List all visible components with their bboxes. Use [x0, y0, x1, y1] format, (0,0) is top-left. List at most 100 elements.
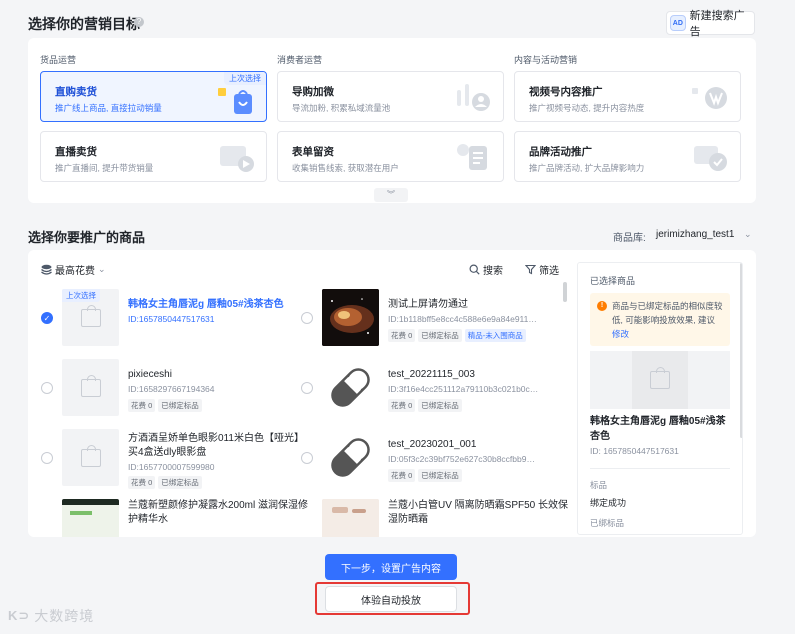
product-name: 韩格女主角唇泥g 唇釉05#浅茶杏色: [128, 299, 284, 310]
warning-icon: !: [597, 301, 607, 311]
search-label: 搜索: [483, 266, 503, 277]
cost-tag: 花费 0: [388, 399, 416, 412]
selected-product-id: ID: 1657850447517631: [590, 446, 679, 456]
ad-icon: AD: [670, 15, 686, 31]
category-label-goods: 货品运营: [40, 55, 77, 65]
category-label-content: 内容与活动营销: [514, 55, 578, 65]
product-list: ✓ 上次选择 韩格女主角唇泥g 唇釉05#浅茶杏色 ID:16578504475…: [28, 280, 568, 537]
product-radio[interactable]: [41, 382, 53, 394]
next-step-button[interactable]: 下一步，设置广告内容: [325, 554, 457, 580]
product-radio[interactable]: ✓: [41, 312, 53, 324]
product-item[interactable]: pixieceshi ID:1658297667194364 花费 0 已绑定标…: [41, 358, 301, 424]
product-item[interactable]: 测试上屏请勿通过 ID:1b118bff5e8cc4c588e6e9a84e91…: [301, 288, 561, 354]
product-photo: [322, 499, 379, 537]
product-item[interactable]: test_20221115_003 ID:3f16e4cc251112a7911…: [301, 358, 561, 424]
goal-title: 导购加微: [292, 86, 334, 98]
goal-card-brand-campaign[interactable]: 品牌活动推广 推广品牌活动, 扩大品牌影响力: [514, 131, 741, 182]
selected-product-name: 韩格女主角唇泥g 唇釉05#浅茶杏色: [590, 416, 726, 442]
product-thumbnail: [322, 289, 379, 346]
product-thumbnail: [62, 429, 119, 486]
product-thumbnail: [62, 359, 119, 416]
bound-tag: 已绑定标品: [418, 469, 462, 482]
product-tags: 花费 0 已绑定标品: [388, 469, 462, 482]
category-label-consumer: 消费者运营: [277, 55, 323, 65]
product-name: test_20230201_001: [388, 439, 477, 450]
product-id: ID:3f16e4cc251112a79110b3c021b0c…: [388, 384, 539, 394]
goal-card-add-wechat[interactable]: 导购加微 导流加粉, 积累私域流量池: [277, 71, 504, 122]
pill-icon: [331, 438, 370, 477]
help-icon[interactable]: ?: [134, 17, 144, 27]
selected-product-panel: 已选择商品 商品与已绑定标品的相似度较低, 可能影响投放效果, 建议 修改 ! …: [577, 262, 743, 535]
goal-card-lead-form[interactable]: 表单留资 收集销售线索, 获取潜在用户: [277, 131, 504, 182]
product-item[interactable]: 方酒酒呈娇单色眼影011米白色【哑光】买4盒送dly眼影盘 ID:1657700…: [41, 428, 304, 494]
product-library-label: 商品库:: [613, 233, 646, 244]
goal-card-direct-sales[interactable]: 直购卖货 推广线上商品, 直接拉动销量 上次选择: [40, 71, 267, 122]
product-tags: 花费 0 已绑定标品 精品-未入围商品: [388, 329, 526, 342]
goal-title: 品牌活动推广: [529, 146, 592, 158]
product-name: 兰蔻新塑颜修护凝露水200ml 滋润保湿修护精华水: [128, 500, 309, 525]
product-library-select[interactable]: jerimizhang_test1: [656, 229, 734, 240]
standard-product-label: 标品: [590, 480, 608, 490]
selected-panel-title: 已选择商品: [590, 276, 636, 286]
watermark-text: 大数跨境: [34, 608, 95, 624]
product-id: ID:1657850447517631: [128, 314, 215, 324]
selected-product-image: [590, 351, 730, 409]
nebula-image: [322, 289, 379, 346]
new-search-ad-button[interactable]: AD 新建搜索广告: [666, 10, 755, 38]
product-id: ID:05f3c2c39bf752e627c30b8ccfbb9…: [388, 454, 535, 464]
chevron-down-icon: ⌄: [98, 264, 106, 274]
form-icon: [457, 144, 487, 170]
product-radio[interactable]: [301, 452, 313, 464]
goal-card-channels-content[interactable]: 视频号内容推广 推广视频号动态, 提升内容热度: [514, 71, 741, 122]
product-id: ID:1658297667194364: [128, 384, 215, 394]
shopping-bag-icon: [650, 367, 670, 389]
bound-tag: 已绑定标品: [418, 329, 462, 342]
goal-card-live-sales[interactable]: 直播卖货 推广直播间, 提升带货销量: [40, 131, 267, 182]
goal-title: 表单留资: [292, 146, 334, 158]
cost-tag: 花费 0: [128, 399, 156, 412]
product-thumbnail: [62, 499, 119, 537]
video-channel-icon: [692, 87, 727, 109]
standard-product-value: 绑定成功: [590, 498, 627, 508]
product-radio[interactable]: [301, 382, 313, 394]
modify-link[interactable]: 修改: [612, 329, 629, 339]
bound-standard-label: 已绑标品: [590, 518, 625, 528]
product-item[interactable]: 兰蔻新塑颜修护凝露水200ml 滋润保湿修护精华水: [41, 498, 308, 537]
product-tags: 花费 0 已绑定标品: [128, 476, 202, 489]
product-item[interactable]: ✓ 上次选择 韩格女主角唇泥g 唇釉05#浅茶杏色 ID:16578504475…: [41, 288, 301, 354]
goal-desc: 推广品牌活动, 扩大品牌影响力: [529, 163, 645, 173]
panel-scrollbar[interactable]: [740, 263, 742, 438]
product-name: 兰蔻小白管UV 隔离防晒霜SPF50 长效保湿防晒霜: [388, 500, 568, 525]
pill-icon: [331, 368, 370, 407]
product-radio[interactable]: [301, 312, 313, 324]
cost-tag: 花费 0: [388, 469, 416, 482]
product-id: ID:1b118bff5e8cc4c588e6e9a84e911…: [388, 314, 537, 324]
products-section-title: 选择你要推广的商品: [28, 230, 146, 245]
shopping-bag-icon: [80, 444, 101, 467]
filter-button[interactable]: 筛选: [525, 262, 559, 277]
shopping-bag-icon: [80, 304, 101, 327]
shopping-bag-icon: [80, 374, 101, 397]
chevron-down-icon[interactable]: ⌄: [744, 229, 752, 240]
expand-goals-button[interactable]: ︾: [374, 188, 408, 202]
watermark: K⊃ 大数跨境: [8, 606, 94, 626]
new-search-ad-label: 新建搜索广告: [689, 10, 745, 38]
search-icon: [469, 264, 480, 275]
goal-title: 直播卖货: [55, 146, 97, 158]
bound-tag: 已绑定标品: [158, 399, 202, 412]
bound-tag: 已绑定标品: [158, 476, 202, 489]
product-name: test_20221115_003: [388, 369, 475, 380]
try-auto-delivery-button[interactable]: 体验自动投放: [325, 586, 457, 612]
product-item[interactable]: test_20230201_001 ID:05f3c2c39bf752e627c…: [301, 428, 561, 494]
product-tags: 花费 0 已绑定标品: [388, 399, 462, 412]
list-scrollbar[interactable]: [563, 282, 567, 302]
goal-title: 直购卖货: [55, 86, 97, 98]
search-button[interactable]: 搜索: [469, 262, 503, 277]
page-title: 选择你的营销目标: [28, 16, 140, 32]
last-selected-tag: 上次选择: [62, 289, 100, 302]
quality-tag: 精品-未入围商品: [464, 329, 526, 342]
product-radio[interactable]: [41, 452, 53, 464]
product-id: ID:1657700007599980: [128, 462, 215, 472]
product-item[interactable]: 兰蔻小白管UV 隔离防晒霜SPF50 长效保湿防晒霜: [301, 498, 568, 537]
sort-dropdown[interactable]: 最高花费 ⌄: [41, 262, 106, 277]
